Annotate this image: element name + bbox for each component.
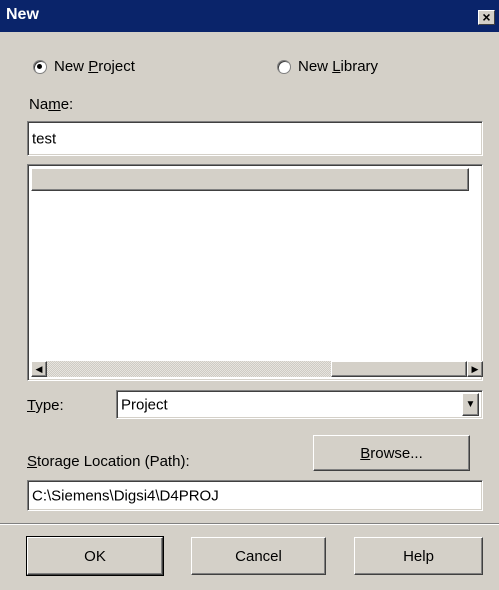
radio-checked-icon[interactable] <box>33 59 47 74</box>
browse-button[interactable]: Browse... <box>313 435 470 471</box>
storage-path-input[interactable]: C:\Siemens\Digsi4\D4PROJ <box>27 480 483 511</box>
project-list[interactable] <box>27 164 483 381</box>
new-project-radio[interactable]: New Project <box>33 58 135 75</box>
window-title: New <box>6 6 39 23</box>
new-library-label: New Library <box>298 58 379 75</box>
title-bar: New × <box>0 0 499 32</box>
help-button[interactable]: Help <box>354 537 483 575</box>
separator <box>0 523 499 525</box>
close-button[interactable]: × <box>478 10 495 25</box>
horizontal-scrollbar[interactable]: ◀ ▶ <box>31 361 483 377</box>
storage-path-value: C:\Siemens\Digsi4\D4PROJ <box>32 487 219 504</box>
scroll-left-button[interactable]: ◀ <box>31 361 47 377</box>
help-button-label: Help <box>403 547 434 565</box>
radio-unchecked-icon[interactable] <box>277 59 291 74</box>
new-project-label: New Project <box>54 58 135 75</box>
browse-button-label: Browse... <box>360 444 423 462</box>
scroll-right-button[interactable]: ▶ <box>467 361 483 377</box>
arrow-left-icon: ◀ <box>35 363 43 374</box>
new-library-radio[interactable]: New Library <box>277 58 378 75</box>
type-select[interactable]: Project ▼ <box>116 390 483 419</box>
list-column-header[interactable] <box>31 168 469 191</box>
storage-location-label: Storage Location (Path): <box>27 453 190 470</box>
close-icon: × <box>482 9 491 25</box>
type-select-value: Project <box>121 396 168 413</box>
name-label: Name: <box>29 96 74 113</box>
type-label: Type: <box>27 397 64 414</box>
ok-button-label: OK <box>84 547 106 565</box>
type-dropdown-button[interactable]: ▼ <box>462 393 479 416</box>
arrow-right-icon: ▶ <box>471 363 479 374</box>
name-input-value: test <box>32 130 57 147</box>
chevron-down-icon: ▼ <box>465 399 476 410</box>
cancel-button[interactable]: Cancel <box>191 537 326 575</box>
name-input[interactable]: test <box>27 121 483 156</box>
cancel-button-label: Cancel <box>235 547 282 565</box>
ok-button[interactable]: OK <box>26 536 164 576</box>
scroll-thumb[interactable] <box>331 361 467 377</box>
